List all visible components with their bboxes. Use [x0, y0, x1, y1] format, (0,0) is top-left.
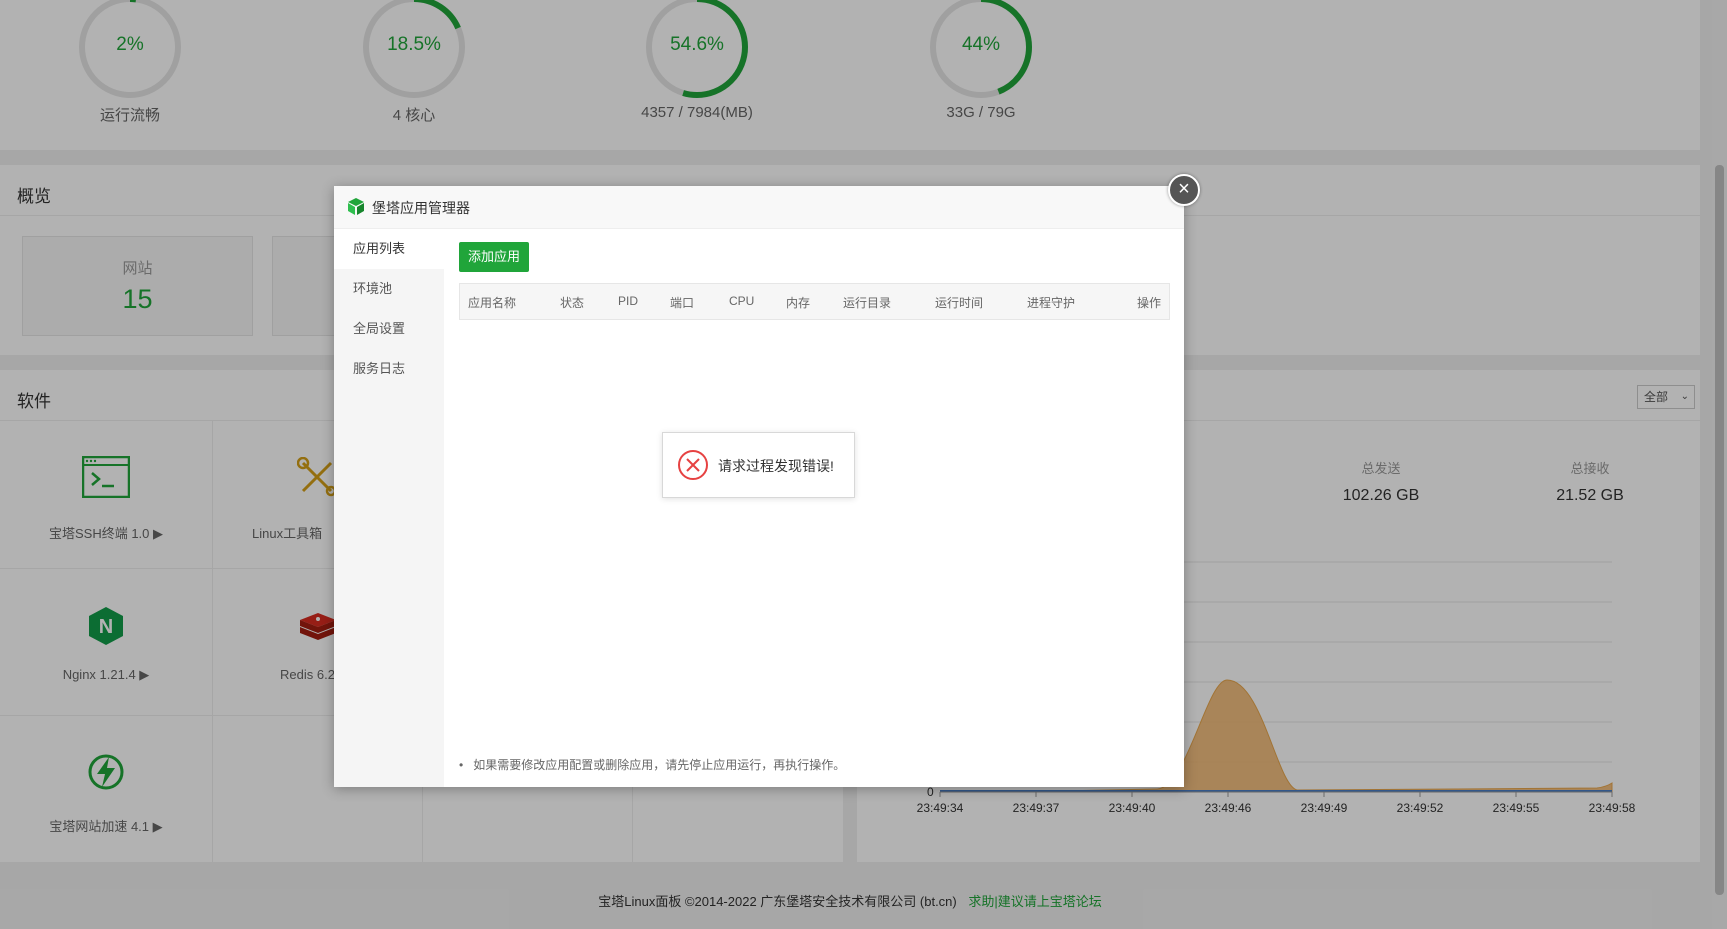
- close-icon[interactable]: ×: [1168, 174, 1200, 206]
- col-daemon[interactable]: 进程守护: [1027, 294, 1075, 311]
- col-cpu[interactable]: CPU: [729, 294, 754, 308]
- dialog-sidebar: 应用列表 环境池 全局设置 服务日志: [334, 229, 444, 787]
- app-manager-dialog: 堡塔应用管理器 应用列表 环境池 全局设置 服务日志 添加应用 应用名称 状态 …: [334, 186, 1184, 787]
- col-status[interactable]: 状态: [560, 294, 584, 311]
- sidebar-item-service-log[interactable]: 服务日志: [334, 349, 444, 389]
- sidebar-item-env-pool[interactable]: 环境池: [334, 269, 444, 309]
- col-port[interactable]: 端口: [670, 294, 694, 311]
- note-text: 如果需要修改应用配置或删除应用，请先停止应用运行，再执行操作。: [473, 758, 846, 772]
- col-run-dir[interactable]: 运行目录: [843, 294, 891, 311]
- dialog-note: • 如果需要修改应用配置或删除应用，请先停止应用运行，再执行操作。: [459, 756, 845, 773]
- col-memory[interactable]: 内存: [786, 294, 810, 311]
- app-manager-logo-icon: [348, 198, 364, 215]
- error-toast: 请求过程发现错误!: [662, 432, 855, 498]
- col-pid[interactable]: PID: [618, 294, 638, 308]
- sidebar-item-global-settings[interactable]: 全局设置: [334, 309, 444, 349]
- error-icon: [678, 450, 708, 480]
- dialog-header: 堡塔应用管理器: [334, 186, 1184, 229]
- col-app-name[interactable]: 应用名称: [468, 294, 516, 311]
- sidebar-item-app-list[interactable]: 应用列表: [334, 229, 444, 269]
- app-table-header: 应用名称 状态 PID 端口 CPU 内存 运行目录 运行时间 进程守护 操作: [459, 283, 1170, 320]
- bullet-icon: •: [459, 758, 464, 772]
- error-message: 请求过程发现错误!: [718, 458, 834, 474]
- add-app-button[interactable]: 添加应用: [459, 242, 529, 272]
- dialog-title: 堡塔应用管理器: [372, 200, 470, 216]
- col-actions[interactable]: 操作: [1137, 294, 1161, 311]
- col-run-time[interactable]: 运行时间: [935, 294, 983, 311]
